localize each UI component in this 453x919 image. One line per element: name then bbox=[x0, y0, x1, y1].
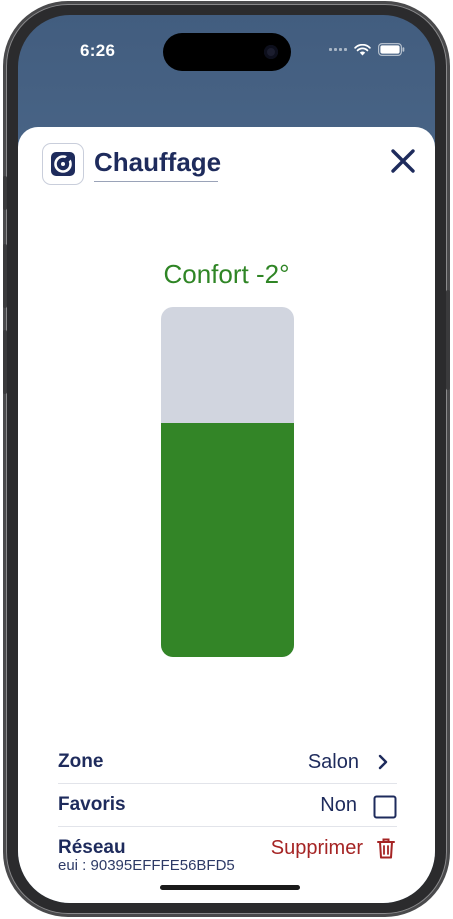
trash-icon[interactable] bbox=[377, 838, 395, 859]
battery-icon bbox=[378, 43, 405, 56]
wifi-icon bbox=[354, 43, 371, 55]
zone-value: Salon bbox=[307, 751, 359, 773]
zone-row[interactable]: Zone Salon bbox=[58, 741, 397, 784]
heating-mode-label: Confort -2° bbox=[163, 259, 290, 289]
front-camera bbox=[264, 45, 278, 59]
volume-down-button bbox=[3, 330, 7, 394]
delete-network-button[interactable]: Supprimer bbox=[271, 837, 363, 860]
chevron-right-icon bbox=[378, 754, 388, 770]
zone-label: Zone bbox=[58, 751, 104, 772]
status-icons bbox=[329, 43, 405, 56]
checkbox-icon[interactable] bbox=[373, 795, 397, 819]
volume-up-button bbox=[3, 244, 7, 308]
action-button bbox=[3, 176, 7, 210]
reseau-label: Réseau bbox=[58, 837, 126, 858]
favoris-row[interactable]: Favoris Non bbox=[58, 784, 397, 827]
power-button bbox=[446, 290, 450, 390]
heating-level-slider[interactable] bbox=[161, 307, 294, 657]
device-sheet: Chauffage Confort -2° Zone Salon Favoris… bbox=[18, 127, 435, 903]
page-title[interactable]: Chauffage bbox=[94, 147, 221, 182]
device-eui: eui : 90395EFFFE56BFD5 bbox=[58, 857, 235, 874]
status-bar: 6:26 bbox=[18, 15, 435, 85]
favoris-value: Non bbox=[320, 794, 357, 816]
thermostat-icon bbox=[42, 143, 84, 185]
phone-screen: 6:26 Chauffage Confort -2° Zone Salon Fa… bbox=[18, 15, 435, 903]
cellular-signal-icon bbox=[329, 48, 347, 51]
dynamic-island bbox=[163, 33, 291, 71]
favoris-label: Favoris bbox=[58, 794, 126, 815]
heating-level-fill bbox=[161, 422, 294, 657]
close-icon[interactable] bbox=[389, 147, 417, 175]
home-indicator bbox=[160, 885, 300, 890]
status-time: 6:26 bbox=[80, 41, 116, 60]
